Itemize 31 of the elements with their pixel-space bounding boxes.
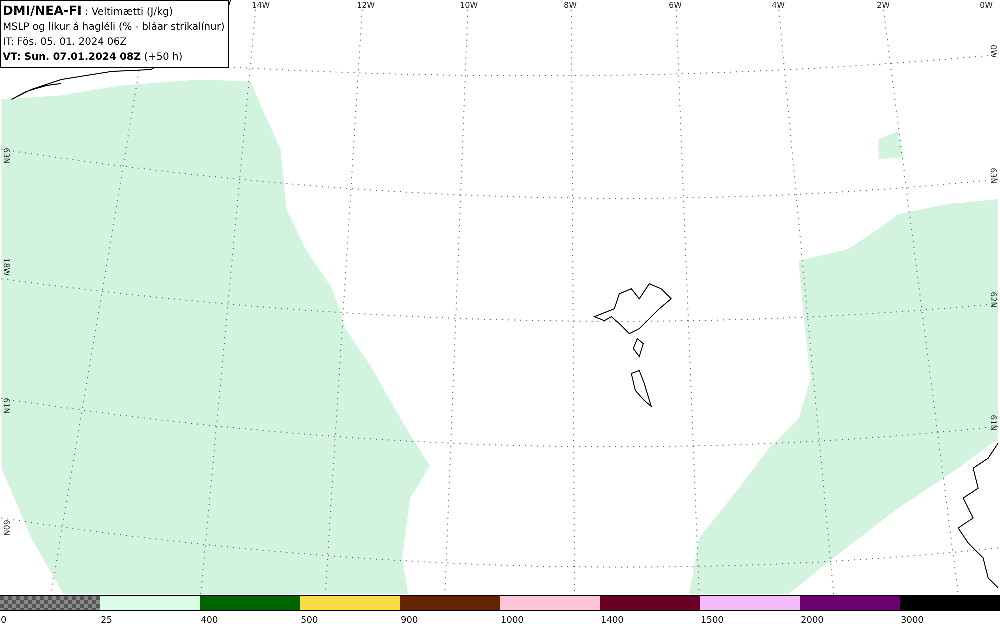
legend-value: 1400 (600, 615, 624, 626)
longitude-label: 12W (357, 1, 376, 10)
info-text: MSLP og líkur á hagléli (% - bláar strikalínur) (3, 21, 225, 35)
latitude-label: 63N (2, 148, 11, 164)
info-text: IT: Fös. 05. 01. 2024 06Z (3, 36, 128, 50)
legend-value: 3000 (900, 615, 924, 626)
latitude-label: 61N (2, 398, 11, 414)
longitude-label: 0W (980, 1, 993, 10)
latitude-label: 0W (989, 45, 998, 58)
legend-value: 400 (200, 615, 218, 626)
legend-value: 1500 (700, 615, 724, 626)
info-text: VT: Sun. 07.01.2024 08Z (+50 h) (3, 51, 184, 65)
latitude-label: 60N (2, 520, 11, 536)
info-text: DMI/NEA-FI : Veltimætti (J/kg) (3, 3, 174, 20)
longitude-label: 4W (772, 1, 785, 10)
legend-value: 25 (100, 615, 112, 626)
legend-value: 1000 (500, 615, 524, 626)
latitude-label: 61N (989, 415, 998, 432)
legend-value: 900 (400, 615, 418, 626)
longitude-label: 2W (877, 1, 890, 10)
shaded-area (878, 132, 904, 160)
latitude-label: 18W (2, 258, 11, 276)
latitude-label: 63N (989, 168, 998, 184)
longitude-label: 6W (669, 1, 682, 10)
legend-value: 0 (0, 615, 7, 626)
longitude-label: 8W (564, 1, 577, 10)
latitude-label: 62N (989, 292, 998, 308)
longitude-label: 14W (252, 1, 270, 10)
legend-value: 2000 (800, 615, 824, 626)
longitude-label: 10W (460, 1, 478, 10)
legend-value: 500 (300, 615, 318, 626)
